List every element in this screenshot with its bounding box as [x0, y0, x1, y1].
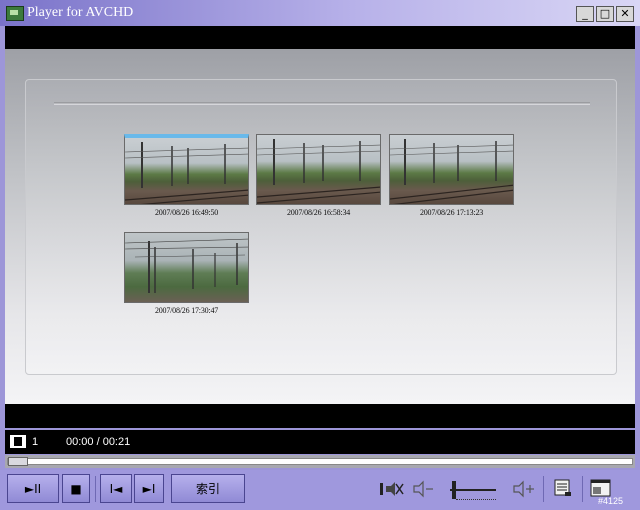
thumbnail-caption: 2007/08/26 16:49:50	[154, 208, 219, 217]
minimize-button[interactable]: _	[576, 6, 594, 22]
title-bar[interactable]: Player for AVCHD _ □ ✕	[0, 0, 640, 26]
railway-scene-icon	[257, 139, 380, 204]
player-window: Player for AVCHD _ □ ✕ 2007/08/26 16:49:…	[0, 0, 640, 510]
separator	[543, 476, 544, 502]
menu-list-icon[interactable]	[553, 478, 573, 502]
volume-down-icon[interactable]	[413, 480, 435, 502]
seek-handle[interactable]	[8, 457, 28, 466]
index-button[interactable]: 索引	[171, 474, 245, 503]
index-view: 2007/08/26 16:49:50 2007/08/26 16:58:34	[5, 49, 635, 404]
railway-scene-icon	[125, 142, 248, 204]
info-bar: 1 00:00 / 00:21	[5, 430, 635, 454]
mute-icon[interactable]	[380, 480, 404, 502]
control-bar: ►II ■ I◄ ►I 索引	[0, 470, 640, 510]
app-icon	[6, 6, 24, 21]
separator	[95, 476, 96, 502]
thumbnail-panel	[25, 79, 617, 375]
previous-button[interactable]: I◄	[100, 474, 132, 503]
letterbox-bottom	[5, 404, 635, 428]
thumbnail-caption: 2007/08/26 17:30:47	[154, 306, 219, 315]
railway-scene-icon	[125, 238, 248, 293]
thumbnail-caption: 2007/08/26 17:13:23	[419, 208, 484, 217]
letterbox-top	[5, 26, 635, 49]
thumbnail-image[interactable]	[389, 134, 514, 205]
next-button[interactable]: ►I	[134, 474, 164, 503]
volume-ticks	[456, 495, 496, 500]
maximize-button[interactable]: □	[596, 6, 614, 22]
stop-button[interactable]: ■	[62, 474, 90, 503]
panel-divider	[54, 102, 590, 105]
window-title: Player for AVCHD	[27, 5, 134, 20]
railway-scene-icon	[390, 139, 513, 204]
thumbnail-item[interactable]: 2007/08/26 17:13:23	[389, 134, 514, 217]
volume-up-icon[interactable]	[513, 480, 535, 502]
seek-track[interactable]	[7, 458, 633, 465]
thumbnail-item[interactable]: 2007/08/26 16:49:50	[124, 134, 249, 217]
volume-handle[interactable]	[452, 481, 457, 499]
close-button[interactable]: ✕	[616, 6, 634, 22]
seek-bar[interactable]	[5, 455, 635, 468]
volume-slider[interactable]	[450, 479, 498, 501]
thumbnail-item[interactable]: 2007/08/26 16:58:34	[256, 134, 381, 217]
image-tag: #4125	[598, 496, 624, 506]
play-pause-button[interactable]: ►II	[7, 474, 59, 503]
time-display: 00:00 / 00:21	[66, 436, 131, 448]
volume-track[interactable]	[450, 489, 496, 491]
thumbnail-image[interactable]	[124, 232, 249, 303]
thumbnail-item[interactable]: 2007/08/26 17:30:47	[124, 232, 249, 315]
separator	[582, 476, 583, 502]
thumbnail-caption: 2007/08/26 16:58:34	[286, 208, 351, 217]
thumbnail-image[interactable]	[124, 134, 249, 205]
thumbnail-image[interactable]	[256, 134, 381, 205]
film-icon	[10, 435, 26, 448]
clip-number: 1	[32, 436, 39, 448]
